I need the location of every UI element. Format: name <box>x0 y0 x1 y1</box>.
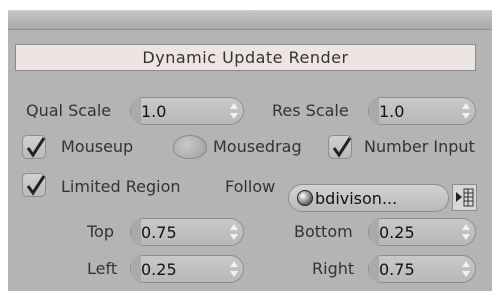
left-field[interactable]: 0.25 <box>130 255 244 283</box>
mousedrag-label: Mousedrag <box>213 137 302 156</box>
res-scale-field[interactable]: 1.0 <box>368 97 476 125</box>
right-field[interactable]: 0.75 <box>368 255 476 283</box>
panel-top-strip <box>8 11 492 30</box>
left-label: Left <box>87 259 118 278</box>
object-sphere-icon <box>297 190 313 206</box>
top-label: Top <box>87 222 114 241</box>
mousedrag-radio[interactable] <box>173 135 207 159</box>
panel-title: Dynamic Update Render <box>15 44 476 71</box>
top-value: 0.75 <box>141 223 177 242</box>
spinner-arrows-icon[interactable] <box>461 222 471 242</box>
picker-button[interactable] <box>452 184 477 211</box>
bottom-field[interactable]: 0.25 <box>368 218 476 246</box>
bottom-value: 0.25 <box>379 223 415 242</box>
number-input-label: Number Input <box>364 137 475 156</box>
right-value: 0.75 <box>379 260 415 279</box>
top-field[interactable]: 0.75 <box>130 218 244 246</box>
limited-region-checkbox[interactable] <box>22 173 46 197</box>
mouseup-label: Mouseup <box>61 137 134 156</box>
res-scale-label: Res Scale <box>272 101 349 120</box>
follow-object-field[interactable]: bdivison... <box>288 184 449 212</box>
bottom-label: Bottom <box>294 222 353 241</box>
checkmark-icon <box>26 137 46 158</box>
spinner-arrows-icon[interactable] <box>461 101 471 121</box>
qual-scale-label: Qual Scale <box>26 101 112 120</box>
spinner-arrows-icon[interactable] <box>229 101 239 121</box>
follow-object-value: bdivison... <box>315 189 398 208</box>
qual-scale-field[interactable]: 1.0 <box>130 97 244 125</box>
number-input-checkbox[interactable] <box>328 135 352 159</box>
right-label: Right <box>312 259 355 278</box>
limited-region-label: Limited Region <box>61 177 181 196</box>
spinner-arrows-icon[interactable] <box>461 259 471 279</box>
checkmark-icon <box>26 175 46 196</box>
res-scale-value: 1.0 <box>379 102 405 121</box>
picker-icon <box>456 188 474 207</box>
checkmark-icon <box>332 137 352 158</box>
left-value: 0.25 <box>141 260 177 279</box>
spinner-arrows-icon[interactable] <box>229 259 239 279</box>
spinner-arrows-icon[interactable] <box>229 222 239 242</box>
qual-scale-value: 1.0 <box>141 102 167 121</box>
mouseup-checkbox[interactable] <box>22 135 46 159</box>
follow-label: Follow <box>225 177 276 196</box>
